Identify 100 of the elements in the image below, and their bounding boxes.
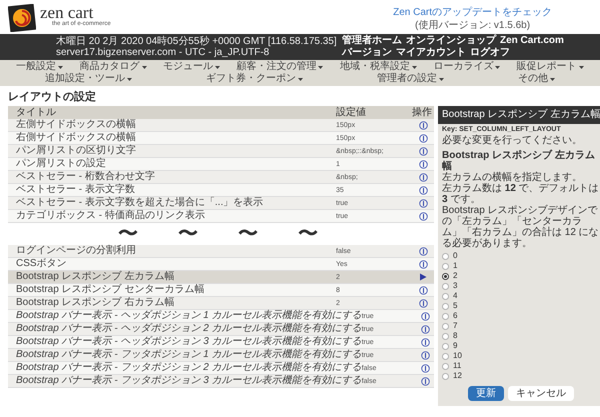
caret-icon <box>439 78 444 80</box>
radio-button[interactable] <box>442 292 449 300</box>
setting-title: Bootstrap レスポンシブ センターカラム幅 <box>15 285 206 295</box>
version-text: (使用バージョン: v1.5.6b) <box>415 19 530 32</box>
info-icon[interactable] <box>418 172 428 182</box>
admin-link[interactable]: 管理者ホーム <box>342 35 402 47</box>
menu-item[interactable]: 一般設定 <box>12 61 68 73</box>
info-icon[interactable] <box>418 146 428 156</box>
info-icon[interactable] <box>418 186 428 194</box>
server-info-text: server17.bigzenserver.com - UTC - ja_JP.UTF-8 <box>56 47 270 58</box>
radio-label: 7 <box>453 322 458 330</box>
info-icon[interactable] <box>421 324 430 334</box>
menu-item[interactable]: その他 <box>514 73 559 85</box>
menu-item[interactable]: モジュール <box>159 61 224 73</box>
menu-item[interactable]: 商品カタログ <box>76 61 151 73</box>
description-text: Bootstrap レスポンシブデザインでの「左カラム」「センターカラム」「右カラム」の合計は 12 になる必要があります。 <box>442 205 600 249</box>
setting-title: CSSボタン <box>15 259 68 269</box>
info-icon[interactable] <box>421 312 430 320</box>
radio-label: 5 <box>453 302 458 310</box>
info-icon[interactable] <box>418 246 428 256</box>
menu-item[interactable]: 管理者の設定 <box>373 73 448 85</box>
radio-button[interactable] <box>442 322 449 330</box>
admin-link[interactable]: マイアカウント <box>396 47 466 59</box>
info-icon[interactable] <box>418 134 428 142</box>
break-mark: 〜 <box>238 224 258 244</box>
instruction-text: 必要な変更を行ってください。 <box>442 135 583 147</box>
caret-icon <box>318 66 324 68</box>
update-button[interactable]: 更新 <box>468 386 504 401</box>
setting-title: Bootstrap バナー表示 - ヘッダポジション 3 カルーセル表示機能を有効にする <box>15 337 362 347</box>
caret-icon <box>298 78 303 80</box>
info-icon[interactable] <box>421 376 430 386</box>
radio-label: 1 <box>453 262 458 270</box>
menu-item[interactable]: 地域・税率設定 <box>336 61 421 73</box>
menu-item[interactable]: 追加設定・ツール <box>41 73 136 85</box>
info-icon[interactable] <box>421 338 430 346</box>
page-title: レイアウトの設定 <box>8 90 97 104</box>
setting-title: 左側サイドボックスの横幅 <box>15 120 137 130</box>
admin-link[interactable]: オンラインショップ <box>406 35 496 47</box>
logo-name: zen cart <box>40 4 94 21</box>
radio-button[interactable] <box>442 362 449 370</box>
caret-icon <box>58 66 64 68</box>
info-icon[interactable] <box>421 350 430 360</box>
info-icon[interactable] <box>418 298 428 308</box>
info-icon[interactable] <box>418 286 428 294</box>
break-mark: 〜 <box>298 224 318 244</box>
setting-title: Bootstrap バナー表示 - フッタポジション 1 カルーセル表示機能を有効にする <box>15 350 362 360</box>
setting-title: パン屑リストの区切り文字 <box>15 146 137 156</box>
radio-label: 0 <box>453 252 458 260</box>
panel-title: Bootstrap レスポンシブ 左カラム幅 <box>438 106 600 124</box>
setting-title: パン屑リストの設定 <box>15 159 107 169</box>
radio-button[interactable] <box>442 342 449 350</box>
radio-button[interactable] <box>442 302 449 310</box>
server-info-text: 木曜日 20 2月 2020 04時05分55秒 +0000 GMT [116.58.175.35] <box>56 36 337 47</box>
caret-icon <box>142 66 147 68</box>
radio-button[interactable] <box>442 312 449 320</box>
info-icon[interactable] <box>418 160 428 168</box>
info-icon[interactable] <box>418 212 428 220</box>
radio-button[interactable] <box>442 282 449 290</box>
radio-label: 12 <box>453 372 462 380</box>
update-check-link[interactable]: Zen Cartのアップデートをチェック <box>393 6 552 19</box>
setting-title: カテゴリボックス - 特価商品のリンク表示 <box>15 211 206 221</box>
radio-label: 11 <box>453 362 462 370</box>
radio-button[interactable] <box>442 272 449 280</box>
caret-icon <box>550 78 555 80</box>
menu-item[interactable]: 顧客・注文の管理 <box>232 61 328 73</box>
play-icon[interactable] <box>419 273 427 281</box>
cancel-button[interactable]: キャンセル <box>508 386 574 401</box>
radio-button[interactable] <box>442 332 449 340</box>
radio-label: 10 <box>453 352 462 360</box>
info-icon[interactable] <box>421 364 430 372</box>
radio-label: 2 <box>453 272 458 280</box>
setting-title: Bootstrap バナー表示 - フッタポジション 2 カルーセル表示機能を有効にする <box>15 363 362 373</box>
radio-button[interactable] <box>442 372 449 380</box>
column-header: タイトル <box>15 108 57 118</box>
setting-title: Bootstrap レスポンシブ 右カラム幅 <box>15 298 176 308</box>
radio-button[interactable] <box>442 252 449 260</box>
admin-link[interactable]: ログオフ <box>470 47 510 59</box>
admin-link[interactable]: バージョン <box>342 47 392 59</box>
radio-label: 9 <box>453 342 458 350</box>
info-icon[interactable] <box>418 198 428 208</box>
caret-icon <box>127 78 132 80</box>
swirl-logo-icon <box>8 4 36 32</box>
setting-title: Bootstrap レスポンシブ 左カラム幅 <box>15 272 176 282</box>
setting-title: ログインページの分割利用 <box>15 246 137 256</box>
break-mark: 〜 <box>178 224 198 244</box>
radio-label: 6 <box>453 312 458 320</box>
radio-button[interactable] <box>442 352 449 360</box>
menu-item[interactable]: ローカライズ <box>429 61 504 73</box>
setting-title: Bootstrap バナー表示 - フッタポジション 3 カルーセル表示機能を有効にする <box>15 376 362 386</box>
info-icon[interactable] <box>418 260 428 268</box>
menu-item[interactable]: 販促レポート <box>512 61 588 73</box>
admin-link[interactable]: Zen Cart.com <box>500 35 564 47</box>
setting-title: Bootstrap レスポンシブ 左カラム幅 <box>442 150 596 172</box>
menu-item[interactable]: ギフト券・クーポン <box>202 73 307 85</box>
setting-title: ベストセラー - 表示文字数 <box>15 185 136 195</box>
setting-title: ベストセラー - 桁数合わせ文字 <box>15 172 156 182</box>
radio-label: 3 <box>453 282 458 290</box>
radio-label: 8 <box>453 332 458 340</box>
radio-button[interactable] <box>442 262 449 270</box>
info-icon[interactable] <box>418 120 428 130</box>
